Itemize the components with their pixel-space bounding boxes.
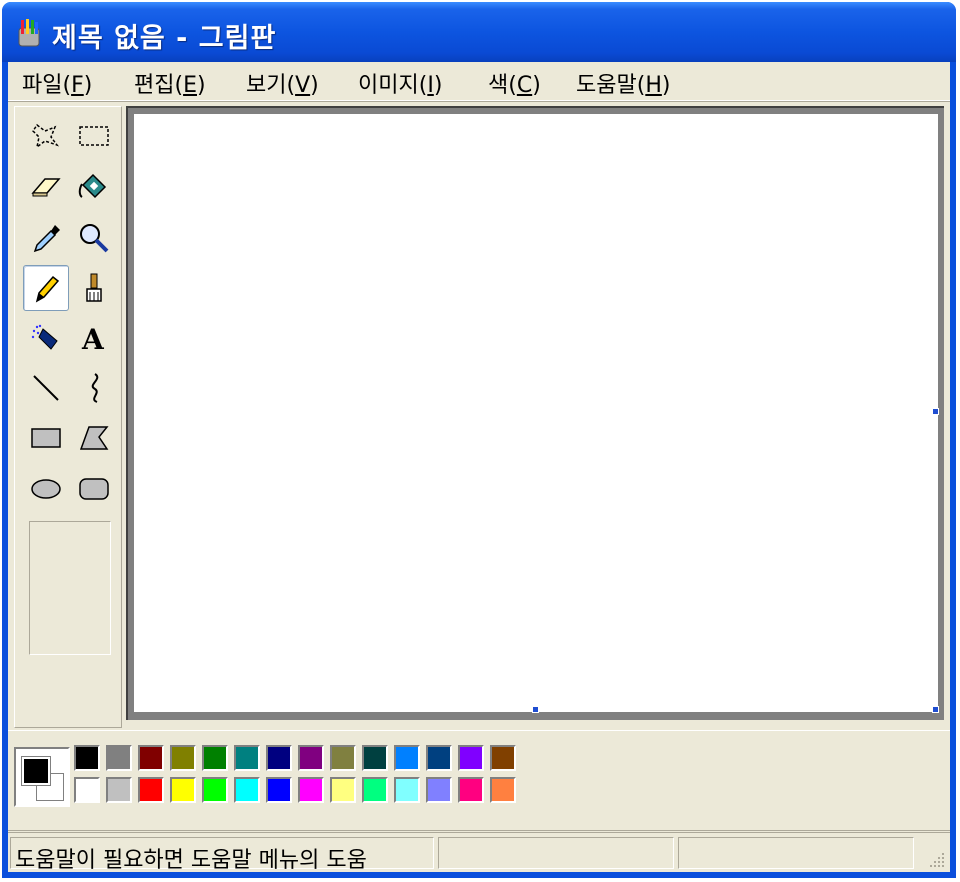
rounded-rectangle-icon [79,478,109,500]
eraser-icon [31,178,61,197]
palette-swatch[interactable] [330,745,356,771]
toolbox: A [14,106,122,728]
rect-select-icon [79,126,109,146]
palette-swatch[interactable] [458,745,484,771]
drawing-canvas[interactable] [134,114,938,712]
polygon-icon [79,426,109,450]
menu-file[interactable]: 파일(F) [22,67,92,99]
canvas-scroll-area [126,106,944,720]
color-box [8,730,950,831]
airbrush-icon [31,324,58,350]
client-area: 파일(F) 편집(E) 보기(V) 이미지(I) 색(C) 도움말(H) A 도… [8,62,950,873]
palette-swatch[interactable] [426,745,452,771]
palette-swatch[interactable] [330,777,356,803]
palette-swatch[interactable] [234,745,260,771]
fill-tool[interactable] [71,163,117,209]
menu-image[interactable]: 이미지(I) [358,67,442,99]
palette-swatch[interactable] [74,777,100,803]
window-title: 제목 없음 - 그림판 [52,23,277,54]
line-tool[interactable] [23,365,69,411]
status-bar: 도움말이 필요하면 도움말 메뉴의 도움 [8,832,950,873]
curve-icon [91,373,99,403]
palette-swatch[interactable] [170,777,196,803]
rectangle-tool[interactable] [23,415,69,461]
palette-swatch[interactable] [202,745,228,771]
paint-app-icon [18,19,40,47]
tool-options-box[interactable] [29,521,111,655]
palette-swatch[interactable] [362,777,388,803]
curve-tool[interactable] [71,365,117,411]
svg-text:A: A [81,323,105,355]
pencil-tool[interactable] [23,265,69,311]
ellipse-icon [31,479,61,499]
text-a-icon: A [81,323,105,355]
palette-swatch[interactable] [426,777,452,803]
menu-edit[interactable]: 편집(E) [134,67,206,99]
palette-swatch[interactable] [106,745,132,771]
status-message: 도움말이 필요하면 도움말 메뉴의 도움 [15,848,367,873]
eraser-tool[interactable] [23,163,69,209]
resize-handle-right[interactable] [932,408,939,415]
palette-swatch[interactable] [490,777,516,803]
resize-handle-bottom[interactable] [532,706,539,713]
magnifier-icon [80,224,109,253]
palette-swatch[interactable] [490,745,516,771]
pick-color-tool[interactable] [23,215,69,261]
palette-swatch[interactable] [106,777,132,803]
resize-grip-icon[interactable] [928,851,946,869]
airbrush-tool[interactable] [23,315,69,361]
free-form-select-icon [32,123,60,149]
brush-icon [86,273,102,302]
free-form-select-tool[interactable] [23,113,69,159]
line-icon [33,375,59,401]
status-size-cell [678,837,914,869]
brush-tool[interactable] [71,265,117,311]
palette-swatch[interactable] [362,745,388,771]
magnifier-tool[interactable] [71,215,117,261]
foreground-color [21,756,51,786]
palette-swatch[interactable] [234,777,260,803]
status-coords-cell [438,837,674,869]
palette-swatch[interactable] [266,777,292,803]
menu-view[interactable]: 보기(V) [246,67,319,99]
palette-swatch[interactable] [138,745,164,771]
palette-swatch[interactable] [394,745,420,771]
palette-swatch[interactable] [170,745,196,771]
palette-swatch[interactable] [298,777,324,803]
select-tool[interactable] [71,113,117,159]
eyedropper-icon [33,225,60,253]
polygon-tool[interactable] [71,415,117,461]
rectangle-icon [31,428,61,448]
palette-swatch[interactable] [138,777,164,803]
menu-bar: 파일(F) 편집(E) 보기(V) 이미지(I) 색(C) 도움말(H) [8,62,950,101]
title-bar[interactable]: 제목 없음 - 그림판 [2,2,956,62]
menu-colors[interactable]: 색(C) [488,67,541,99]
palette-swatch[interactable] [74,745,100,771]
palette-swatch[interactable] [202,777,228,803]
palette-swatch[interactable] [266,745,292,771]
text-tool[interactable]: A [71,315,117,361]
current-colors [14,747,70,807]
rounded-rectangle-tool[interactable] [71,465,117,511]
menu-help[interactable]: 도움말(H) [576,67,670,99]
pencil-icon [35,275,60,303]
paint-window: 제목 없음 - 그림판 파일(F) 편집(E) 보기(V) 이미지(I) 색(C… [2,2,956,878]
palette-swatch[interactable] [458,777,484,803]
paint-bucket-icon [78,173,107,199]
ellipse-tool[interactable] [23,465,69,511]
palette-swatch[interactable] [394,777,420,803]
resize-handle-corner[interactable] [932,706,939,713]
palette-swatch[interactable] [298,745,324,771]
status-message-cell: 도움말이 필요하면 도움말 메뉴의 도움 [10,837,434,873]
